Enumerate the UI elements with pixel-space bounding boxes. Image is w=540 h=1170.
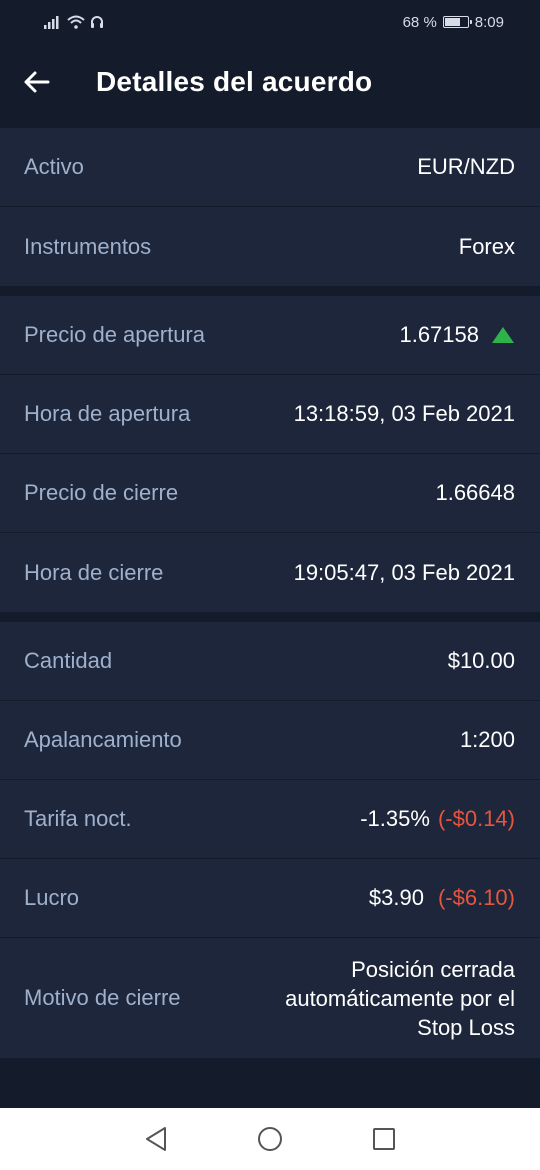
- detail-row-open-price: Precio de apertura 1.67158: [0, 296, 540, 375]
- row-value: 1:200: [459, 727, 515, 752]
- status-icons-right: 68 % 8:09: [403, 14, 504, 31]
- clock: 8:09: [474, 13, 504, 31]
- amount-section: Cantidad $10.00 Apalancamiento 1:200 Tar…: [0, 622, 540, 1058]
- detail-row-close-reason: Motivo de cierre Posición cerrada automá…: [0, 938, 540, 1058]
- row-value: 1.67158: [399, 322, 479, 347]
- detail-row-instruments: Instrumentos Forex: [0, 207, 540, 286]
- status-icons-left: [44, 15, 104, 29]
- row-value: Forex: [458, 233, 515, 259]
- app-header: Detalles del acuerdo: [0, 44, 540, 120]
- row-label: Precio de cierre: [24, 480, 179, 505]
- row-value-negative: (-$6.10): [437, 885, 515, 910]
- page-title: Detalles del acuerdo: [96, 66, 373, 97]
- detail-row-close-price: Precio de cierre 1.66648: [0, 454, 540, 533]
- detail-row-amount: Cantidad $10.00: [0, 622, 540, 701]
- battery-percent: 68 %: [402, 13, 437, 31]
- row-label: Instrumentos: [24, 233, 152, 259]
- row-value-container: 1.67158: [399, 322, 515, 348]
- asset-section: Activo EUR/NZD Instrumentos Forex: [0, 128, 540, 286]
- row-label: Cantidad: [24, 648, 113, 673]
- row-value: EUR/NZD: [417, 154, 515, 179]
- headset-icon: [91, 16, 103, 28]
- nav-back-button[interactable]: [137, 1120, 175, 1158]
- row-value: $3.90: [368, 885, 424, 910]
- row-value-container: $3.90 (-$6.10): [369, 885, 515, 911]
- row-value: Posición cerrada automáticamente por el …: [285, 956, 515, 1040]
- row-value: 1.66648: [435, 480, 515, 505]
- battery-fill: [444, 18, 460, 26]
- row-label: Lucro: [24, 885, 80, 910]
- row-label: Precio de apertura: [24, 322, 205, 347]
- arrow-left-icon: [24, 71, 50, 93]
- detail-row-leverage: Apalancamiento 1:200: [0, 701, 540, 780]
- detail-row-overnight-fee: Tarifa noct. -1.35% (-$0.14): [0, 780, 540, 859]
- deal-details: Activo EUR/NZD Instrumentos Forex Precio…: [0, 128, 540, 1068]
- circle-home-icon: [258, 1127, 282, 1151]
- signal-icon: [44, 16, 59, 29]
- back-button[interactable]: [0, 44, 96, 120]
- timing-section: Precio de apertura 1.67158 Hora de apert…: [0, 296, 540, 612]
- wifi-icon: [67, 15, 85, 29]
- nav-home-button[interactable]: [251, 1120, 289, 1158]
- status-bar: 68 % 8:09: [0, 0, 540, 44]
- row-label: Tarifa noct.: [24, 806, 132, 831]
- square-recents-icon: [373, 1128, 395, 1150]
- row-value-negative: (-$0.14): [437, 806, 515, 831]
- detail-row-close-time: Hora de cierre 19:05:47, 03 Feb 2021: [0, 533, 540, 612]
- system-nav-bar: [0, 1108, 540, 1170]
- row-label: Activo: [24, 154, 84, 179]
- row-label: Apalancamiento: [24, 727, 182, 752]
- row-value: 13:18:59, 03 Feb 2021: [293, 401, 515, 426]
- detail-row-profit: Lucro $3.90 (-$6.10): [0, 859, 540, 938]
- detail-row-asset: Activo EUR/NZD: [0, 128, 540, 207]
- row-label: Hora de apertura: [24, 401, 191, 426]
- row-value: $10.00: [447, 648, 515, 673]
- row-value-container: -1.35% (-$0.14): [360, 806, 515, 832]
- triangle-back-icon: [146, 1127, 166, 1151]
- detail-row-open-time: Hora de apertura 13:18:59, 03 Feb 2021: [0, 375, 540, 454]
- row-label: Motivo de cierre: [24, 985, 181, 1010]
- row-value: -1.35%: [360, 806, 430, 831]
- triangle-up-icon: [491, 326, 515, 344]
- battery-icon: [442, 16, 472, 28]
- row-label: Hora de cierre: [24, 559, 164, 585]
- row-value: 19:05:47, 03 Feb 2021: [293, 559, 515, 585]
- nav-recents-button[interactable]: [365, 1120, 403, 1158]
